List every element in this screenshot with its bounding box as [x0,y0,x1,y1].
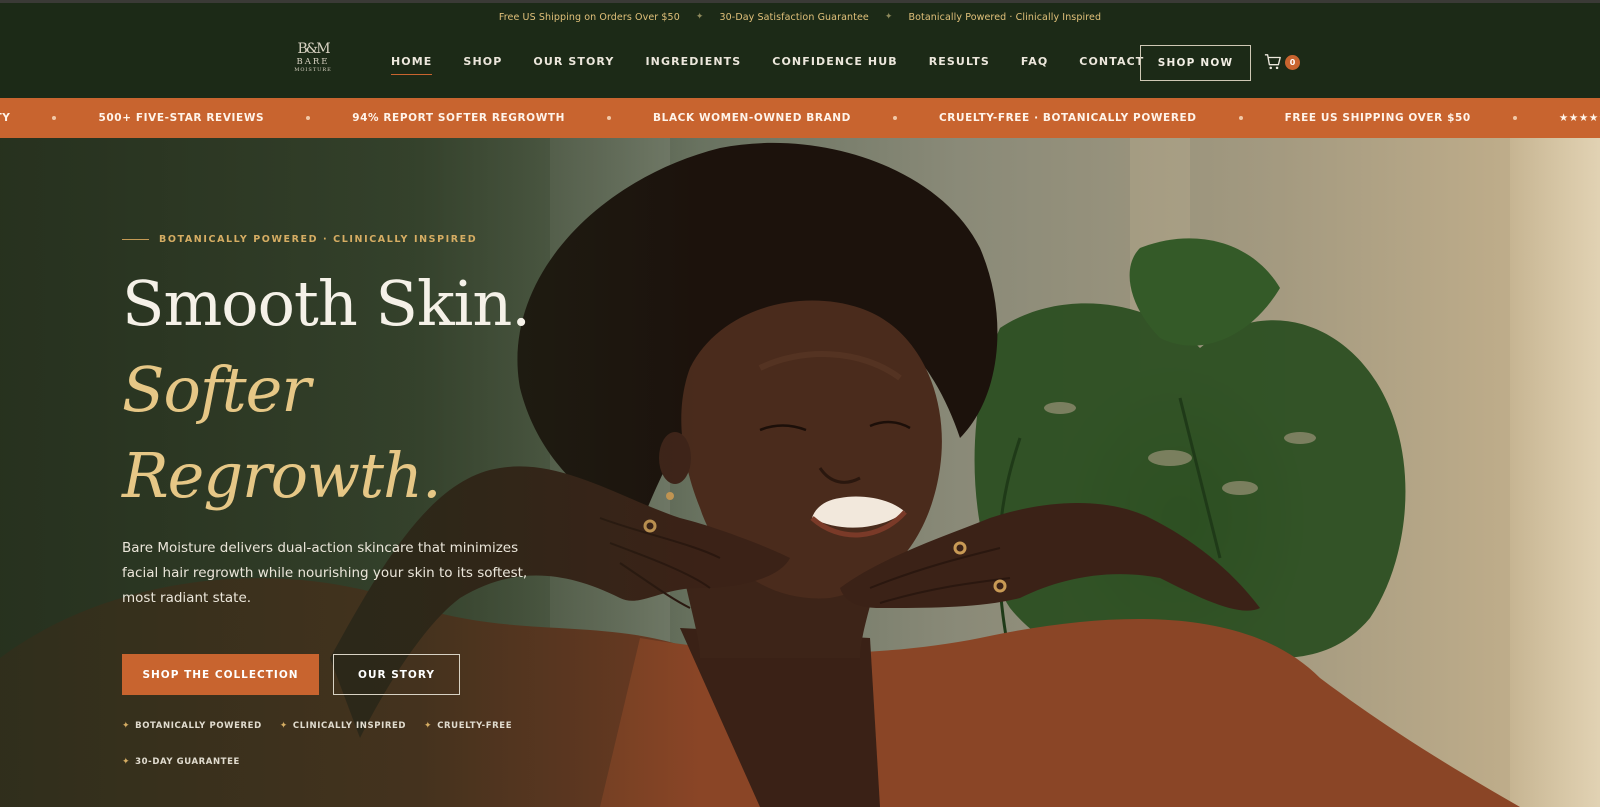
hero-headline-line1: Smooth Skin. [122,267,531,340]
nav-item-confidence-hub[interactable]: CONFIDENCE HUB [772,53,897,73]
bullet-dot [607,116,612,120]
bullet-dot [1512,116,1517,120]
announcement-item: Free US Shipping on Orders Over $50 [498,11,680,23]
bullet-dot [893,116,897,120]
marquee-item: BLACK WOMEN-OWNED BRAND [653,112,851,124]
trust-marquee: ITY 500+ FIVE-STAR REVIEWS 94% REPORT SO… [0,98,1600,138]
nav-item-results[interactable]: RESULTS [929,53,990,73]
sparkle-icon: ✦ [122,721,131,731]
marquee-item: ★★★★★ LOVED BY OUR COMMUNITY [1558,112,1600,124]
bullet-dot [1238,116,1243,120]
hero-description: Bare Moisture delivers dual-action skinc… [122,540,528,606]
logo-word-moisture: MOISTURE [294,67,332,73]
nav-item-ingredients[interactable]: INGREDIENTS [645,53,741,73]
marquee-item: CRUELTY-FREE · BOTANICALLY POWERED [939,112,1197,124]
shop-the-collection-button[interactable]: SHOP THE COLLECTION [122,654,319,695]
shop-now-button[interactable]: SHOP NOW [1140,45,1251,81]
our-story-button[interactable]: OUR STORY [333,654,460,695]
bullet-dot [306,116,311,120]
marquee-item: 500+ FIVE-STAR REVIEWS [98,112,265,124]
hero-headline-line3: Regrowth. [122,439,442,512]
marquee-item: ITY [0,112,11,124]
hero-headline-line2: Softer [122,353,311,426]
announcement-item: 30-Day Satisfaction Guarantee [719,11,869,23]
sparkle-icon: ✦ [122,757,131,767]
main-nav: HOME SHOP OUR STORY INGREDIENTS CONFIDEN… [391,53,1175,75]
bullet-dot [52,116,57,120]
eyebrow-rule [122,239,149,240]
sparkle-icon: ✦ [279,721,288,731]
hero-eyebrow: BOTANICALLY POWERED · CLINICALLY INSPIRE… [122,234,477,245]
marquee-item: 94% REPORT SOFTER REGROWTH [352,112,566,124]
nav-item-faq[interactable]: FAQ [1021,53,1048,73]
marquee-track: ITY 500+ FIVE-STAR REVIEWS 94% REPORT SO… [0,98,1600,138]
nav-item-our-story[interactable]: OUR STORY [533,53,614,73]
logo-word-bare: BARE [296,57,330,67]
badge-label: CRUELTY-FREE [437,721,513,731]
site-header: B&M BARE MOISTURE HOME SHOP OUR STORY IN… [0,31,1600,98]
badge-botanically-powered: ✦ BOTANICALLY POWERED [122,720,262,732]
logo-monogram: B&M [297,41,330,57]
sparkle-icon: ✦ [695,12,704,22]
marquee-item: FREE US SHIPPING OVER $50 [1284,112,1471,124]
announcement-bar: Free US Shipping on Orders Over $50 ✦ 30… [0,3,1600,31]
hero-badges: ✦ BOTANICALLY POWERED ✦ CLINICALLY INSPI… [122,720,542,768]
nav-item-contact[interactable]: CONTACT [1079,53,1144,73]
nav-item-shop[interactable]: SHOP [463,53,502,73]
monstera-plant-icon [974,238,1406,660]
sparkle-icon: ✦ [884,12,893,22]
hero-eyebrow-text: BOTANICALLY POWERED · CLINICALLY INSPIRE… [159,234,478,245]
cart-count-badge: 0 [1285,55,1300,70]
badge-label: BOTANICALLY POWERED [135,721,262,731]
announcement-item: Botanically Powered · Clinically Inspire… [908,11,1102,23]
sparkle-icon: ✦ [424,721,433,731]
hero-section: BOTANICALLY POWERED · CLINICALLY INSPIRE… [0,138,1600,807]
badge-label: 30-DAY GUARANTEE [135,757,240,767]
brand-logo[interactable]: B&M BARE MOISTURE [290,41,336,87]
badge-clinically-inspired: ✦ CLINICALLY INSPIRED [280,720,406,732]
badge-label: CLINICALLY INSPIRED [292,721,407,731]
badge-cruelty-free: ✦ CRUELTY-FREE [424,720,512,732]
badge-30-day-guarantee: ✦ 30-DAY GUARANTEE [122,756,240,768]
nav-item-home[interactable]: HOME [391,53,433,75]
cart-icon[interactable] [1264,53,1282,71]
